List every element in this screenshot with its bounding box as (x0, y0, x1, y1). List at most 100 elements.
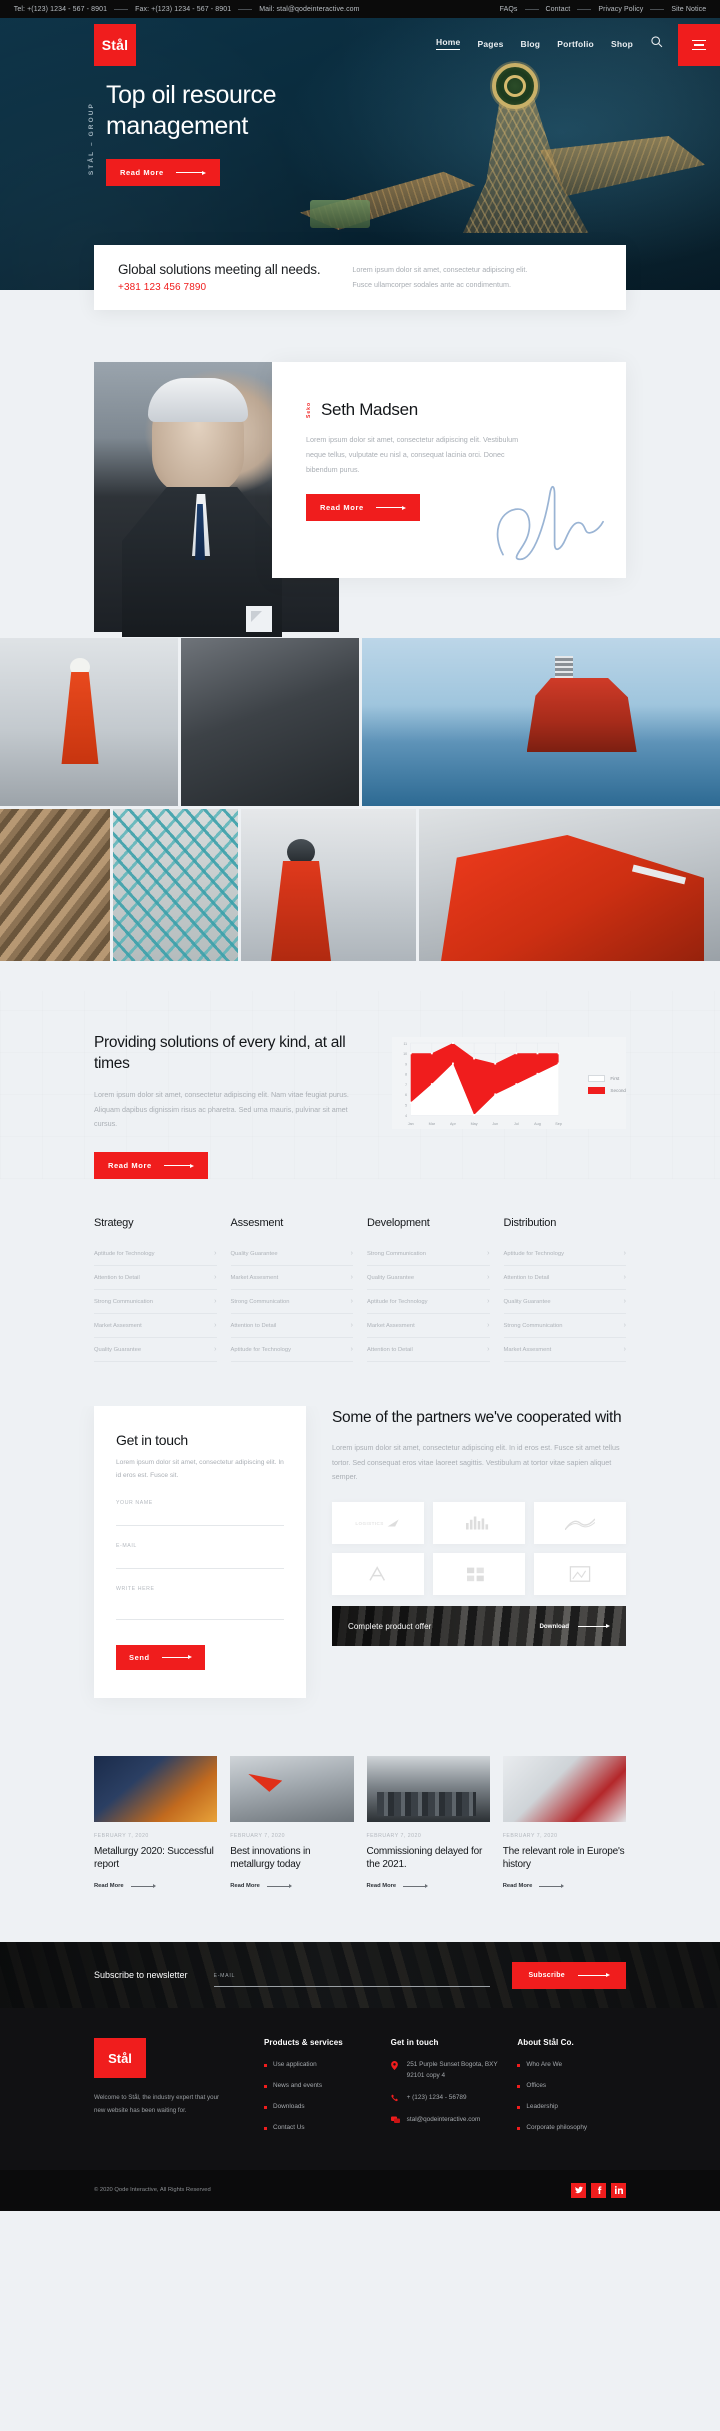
partners-heading: Some of the partners we've cooperated wi… (332, 1409, 622, 1427)
gallery-tile-steel-rods[interactable] (0, 809, 110, 961)
download-link[interactable]: Download (539, 1623, 610, 1630)
twitter-icon[interactable] (571, 2182, 586, 2198)
footer-link-item[interactable]: Use application (264, 2060, 373, 2071)
footer-about-title: About Stål Co. (517, 2038, 574, 2048)
legend-label-second: Second (610, 1088, 626, 1093)
nav-item-pages[interactable]: Pages (477, 39, 503, 49)
skill-item[interactable]: Quality Guarantee › (230, 1242, 353, 1267)
skill-item[interactable]: Strong Communication › (367, 1242, 490, 1267)
footer-address: 251 Purple Sunset Bogota, BXY 92101 copy… (406, 2061, 498, 2079)
hero-read-more-button[interactable]: Read More (106, 159, 220, 186)
skill-item[interactable]: Strong Communication › (94, 1290, 217, 1315)
newsletter-email-input[interactable] (213, 1972, 491, 1979)
skill-item[interactable]: Aptitude for Technology › (230, 1338, 353, 1363)
skill-item[interactable]: Attention to Detail › (503, 1266, 626, 1291)
gallery-tile-worker-pipes[interactable] (0, 638, 178, 806)
skill-item[interactable]: Market Assesment › (230, 1266, 353, 1291)
skill-item[interactable]: Aptitude for Technology › (367, 1290, 490, 1315)
footer-link-item[interactable]: Corporate philosophy (517, 2123, 626, 2134)
blog-post-date: FEBRUARY 7, 2020 (502, 1832, 558, 1839)
skill-item[interactable]: Strong Communication › (230, 1290, 353, 1315)
partner-logo-logistics[interactable]: LOGISTICS (332, 1502, 424, 1545)
blog-post-read-more[interactable]: Read More (94, 1883, 156, 1889)
skill-item[interactable]: Aptitude for Technology › (503, 1242, 626, 1267)
search-icon[interactable] (650, 35, 663, 53)
footer-link-item[interactable]: Contact Us (264, 2123, 373, 2134)
blog-post-card[interactable]: FEBRUARY 7, 2020 The relevant role in Eu… (502, 1755, 626, 1893)
skill-item[interactable]: Market Assesment › (94, 1314, 217, 1339)
skill-item[interactable]: Attention to Detail › (94, 1266, 217, 1291)
footer-logo[interactable]: Stål (94, 2038, 146, 2079)
gallery-tile-worker-red[interactable] (419, 809, 720, 961)
footer-brand-column: Stål Welcome to Stål, the industry exper… (94, 2038, 246, 2144)
partner-logo-grid[interactable] (433, 1553, 525, 1596)
skill-item[interactable]: Attention to Detail › (367, 1338, 490, 1363)
gallery-tile-drill-bit[interactable] (181, 638, 359, 806)
blog-post-card[interactable]: FEBRUARY 7, 2020 Commissioning delayed f… (366, 1755, 490, 1893)
partner-logo-mountain[interactable] (534, 1502, 626, 1545)
topbar-link-site-notice[interactable]: Site Notice (671, 6, 706, 13)
nav-item-blog[interactable]: Blog (521, 39, 541, 49)
blog-read-more-label: Read More (94, 1883, 124, 1890)
skill-item[interactable]: Market Assesment › (503, 1338, 626, 1363)
footer-link-item[interactable]: Leadership (517, 2102, 626, 2113)
partner-logo-frame[interactable] (534, 1553, 626, 1596)
email-input[interactable] (116, 1551, 284, 1569)
blog-post-read-more[interactable]: Read More (503, 1883, 565, 1889)
skill-item[interactable]: Aptitude for Technology › (94, 1242, 217, 1267)
blog-post-read-more[interactable]: Read More (230, 1883, 292, 1889)
footer-phone-row[interactable]: + (123) 1234 - 56789 (391, 2093, 500, 2104)
topbar-link-faqs[interactable]: FAQs (500, 6, 518, 13)
site-logo[interactable]: Stål (94, 24, 136, 66)
blog-post-card[interactable]: FEBRUARY 7, 2020 Best innovations in met… (230, 1755, 354, 1893)
person-hair-graphic (148, 378, 248, 422)
blog-post-title[interactable]: Metallurgy 2020: Successful report (94, 1845, 217, 1872)
footer-link-item[interactable]: Downloads (264, 2102, 373, 2113)
blog-post-title[interactable]: Best innovations in metallurgy today (230, 1845, 353, 1872)
blog-read-more-label: Read More (230, 1883, 260, 1890)
skill-item[interactable]: Attention to Detail › (230, 1314, 353, 1339)
skill-item[interactable]: Quality Guarantee › (367, 1266, 490, 1291)
hamburger-icon[interactable] (678, 24, 720, 66)
arrow-right-icon (161, 1655, 192, 1660)
product-offer-banner[interactable]: Complete product offer Download (332, 1606, 626, 1647)
blog-post-read-more[interactable]: Read More (367, 1883, 429, 1889)
topbar-link-privacy-policy[interactable]: Privacy Policy (598, 6, 643, 13)
topbar-mail: Mail: stal@qodeinteractive.com (259, 5, 360, 13)
skill-item[interactable]: Quality Guarantee › (94, 1338, 217, 1363)
blog-post-title[interactable]: The relevant role in Europe's history (503, 1845, 626, 1872)
your-name-input[interactable] (116, 1508, 284, 1526)
skill-item[interactable]: Market Assesment › (367, 1314, 490, 1339)
partner-logo-bars[interactable] (433, 1502, 525, 1545)
footer-link-item[interactable]: Who Are We (517, 2060, 626, 2071)
facebook-icon[interactable] (591, 2182, 606, 2198)
solutions-read-more-button[interactable]: Read More (94, 1152, 208, 1180)
topbar-link-contact[interactable]: Contact (546, 6, 571, 13)
nav-item-home[interactable]: Home (436, 37, 461, 50)
gallery-tile-welder[interactable] (241, 809, 416, 961)
gallery-tile-steel-frames[interactable] (113, 809, 238, 961)
footer-email-row[interactable]: stal@qodeinteractive.com (390, 2115, 500, 2126)
partner-logo-monogram[interactable] (332, 1553, 424, 1596)
skill-item-label: Attention to Detail (94, 1274, 140, 1281)
skills-section: Strategy Aptitude for Technology › Attent… (0, 1179, 720, 1407)
message-textarea[interactable] (116, 1591, 284, 1620)
nav-item-portfolio[interactable]: Portfolio (557, 39, 594, 49)
solutions-text-block: Providing solutions of every kind, at al… (94, 1033, 372, 1180)
info-bar-phone[interactable]: +381 123 456 7890 (118, 282, 320, 293)
gallery-tile-offshore-rig[interactable] (362, 638, 720, 806)
blog-post-card[interactable]: FEBRUARY 7, 2020 Metallurgy 2020: Succes… (94, 1755, 218, 1893)
blog-post-title[interactable]: Commissioning delayed for the 2021. (367, 1845, 490, 1872)
subscribe-button[interactable]: Subscribe (512, 1961, 626, 1989)
linkedin-icon[interactable] (611, 2182, 626, 2198)
footer-link-item[interactable]: Offices (517, 2081, 626, 2092)
legend-swatch-first (588, 1075, 606, 1082)
info-bar-text: Lorem ipsum dolor sit amet, consectetur … (342, 263, 527, 292)
footer-link-item[interactable]: News and events (264, 2081, 373, 2092)
person-read-more-button[interactable]: Read More (306, 494, 420, 522)
nav-item-shop[interactable]: Shop (611, 39, 633, 49)
send-button[interactable]: Send (116, 1644, 205, 1670)
skill-item[interactable]: Strong Communication › (503, 1314, 626, 1339)
skill-item[interactable]: Quality Guarantee › (503, 1290, 626, 1315)
svg-text:6: 6 (405, 1093, 407, 1097)
